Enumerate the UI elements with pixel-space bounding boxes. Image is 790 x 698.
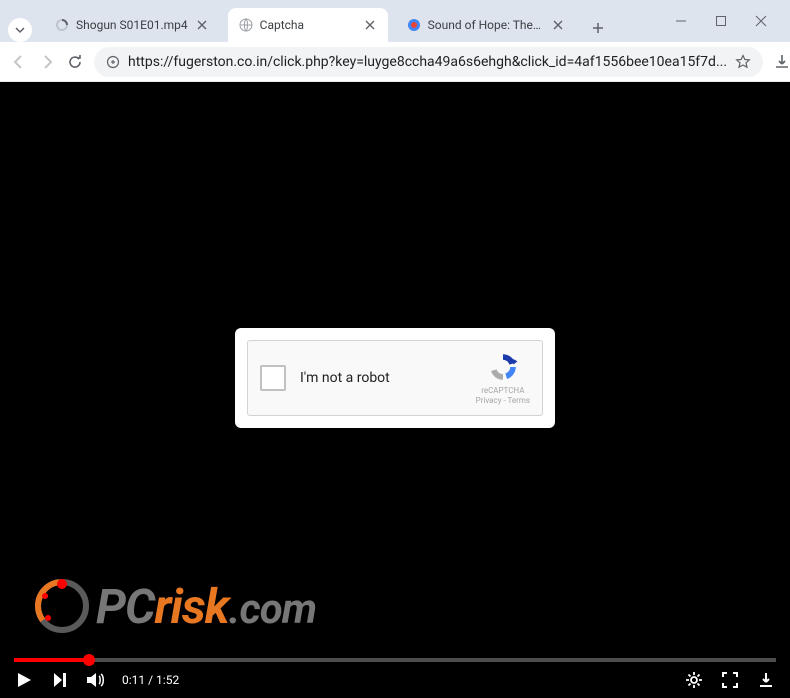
site-info-icon[interactable] (106, 55, 120, 69)
recaptcha-brand: reCAPTCHA (481, 386, 524, 395)
captcha-card: I'm not a robot reCAPTCHA Privacy - Term… (235, 328, 555, 428)
minimize-button[interactable] (668, 8, 694, 34)
recaptcha-widget: I'm not a robot reCAPTCHA Privacy - Term… (247, 340, 543, 416)
recaptcha-checkbox[interactable] (260, 365, 286, 391)
next-icon (51, 671, 69, 689)
fullscreen-button[interactable] (720, 670, 740, 690)
volume-button[interactable] (86, 670, 106, 690)
download-icon (757, 671, 775, 689)
url-text: https://fugerston.co.in/click.php?key=lu… (128, 54, 727, 70)
next-button[interactable] (50, 670, 70, 690)
volume-icon (86, 671, 106, 689)
video-controls: 0:11 / 1:52 (0, 662, 790, 698)
fullscreen-icon (721, 671, 739, 689)
plus-icon (591, 21, 605, 35)
recaptcha-logo: reCAPTCHA Privacy - Terms (476, 351, 530, 405)
star-icon (735, 54, 751, 70)
tab-captcha[interactable]: Captcha (228, 8, 388, 42)
browser-toolbar: https://fugerston.co.in/click.php?key=lu… (0, 42, 790, 82)
watermark-com: .com (229, 585, 316, 634)
new-tab-button[interactable] (584, 14, 612, 42)
recaptcha-label: I'm not a robot (300, 370, 476, 386)
arrow-right-icon (38, 53, 56, 71)
tab-sound-of-hope[interactable]: Sound of Hope: The Story o (396, 8, 576, 42)
tab-shogun[interactable]: Shogun S01E01.mp4 (44, 8, 220, 42)
video-elapsed: 0:11 (122, 673, 145, 687)
watermark-risk: risk (155, 578, 229, 635)
play-icon (15, 671, 33, 689)
arrow-left-icon (10, 53, 28, 71)
recaptcha-icon (487, 351, 519, 383)
tab-strip: Shogun S01E01.mp4 Captcha Sound of Hope:… (8, 0, 660, 42)
play-button[interactable] (14, 670, 34, 690)
downloads-button[interactable] (773, 48, 790, 76)
gear-icon (685, 671, 703, 689)
close-icon[interactable] (362, 17, 378, 33)
site-icon (406, 17, 422, 33)
forward-button[interactable] (38, 48, 56, 76)
watermark: PCrisk.com (30, 574, 316, 638)
reload-icon (66, 53, 84, 71)
download-video-button[interactable] (756, 670, 776, 690)
close-window-button[interactable] (748, 8, 774, 34)
reload-button[interactable] (66, 48, 84, 76)
download-icon (773, 53, 790, 71)
tab-title: Sound of Hope: The Story o (428, 18, 544, 32)
watermark-text: PCrisk.com (96, 578, 316, 635)
recaptcha-legal[interactable]: Privacy - Terms (476, 396, 530, 405)
back-button[interactable] (10, 48, 28, 76)
close-icon[interactable] (194, 17, 210, 33)
browser-titlebar: Shogun S01E01.mp4 Captcha Sound of Hope:… (0, 0, 790, 42)
settings-button[interactable] (684, 670, 704, 690)
video-time: 0:11 / 1:52 (122, 673, 179, 687)
loading-icon (54, 17, 70, 33)
video-time-sep: / (145, 673, 156, 687)
window-controls (660, 8, 782, 34)
globe-icon (238, 17, 254, 33)
tab-title: Captcha (260, 18, 356, 32)
tab-title: Shogun S01E01.mp4 (76, 18, 188, 32)
chevron-down-icon (14, 24, 26, 36)
video-duration: 1:52 (156, 673, 179, 687)
watermark-pc: PC (96, 578, 155, 635)
tab-search-button[interactable] (8, 18, 32, 42)
maximize-button[interactable] (708, 8, 734, 34)
address-bar[interactable]: https://fugerston.co.in/click.php?key=lu… (94, 47, 763, 77)
close-icon[interactable] (550, 17, 566, 33)
bookmark-button[interactable] (735, 54, 751, 70)
pcrisk-logo-icon (30, 574, 94, 638)
page-content: I'm not a robot reCAPTCHA Privacy - Term… (0, 82, 790, 698)
